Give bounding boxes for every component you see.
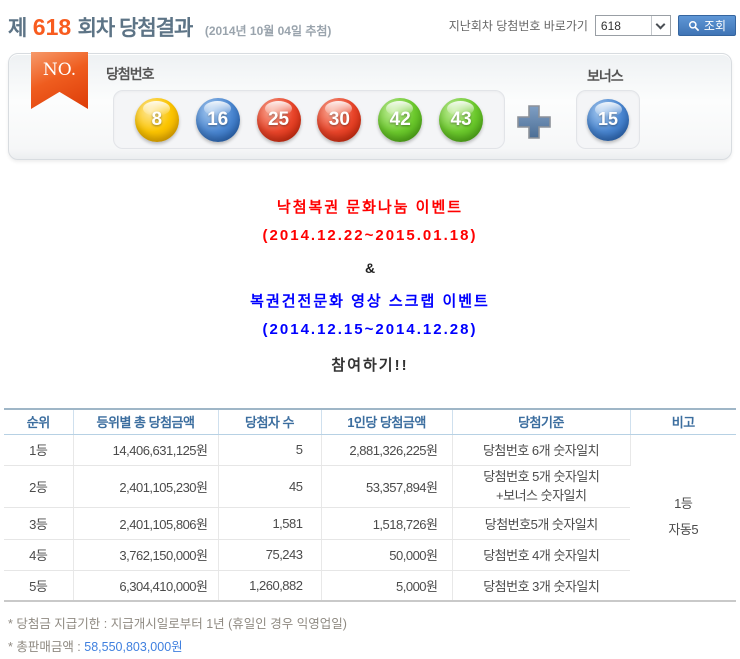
- table-row: 3등 2,401,105,806원 1,581 1,518,726원 당첨번호5…: [4, 507, 736, 540]
- winners-cell: 1,260,882: [218, 570, 322, 602]
- total-prize-cell: 2,401,105,230원: [73, 465, 219, 508]
- event2-period: (2014.12.15~2014.12.28): [262, 321, 478, 338]
- table-row: 5등 6,304,410,000원 1,260,882 5,000원 당첨번호 …: [4, 570, 736, 602]
- no-ribbon-icon: NO.: [31, 52, 88, 109]
- rank-cell: 5등: [4, 570, 74, 602]
- draw-date: (2014년 10월 04일 추첨): [204, 24, 332, 38]
- rank-cell: 3등: [4, 507, 74, 540]
- winners-cell: 45: [218, 465, 322, 508]
- plus-icon: [515, 103, 553, 141]
- round-number: 618: [32, 14, 72, 40]
- page-title: 제 618 회차 당첨결과 (2014년 10월 04일 추첨): [8, 12, 331, 42]
- round-select[interactable]: 618: [594, 15, 671, 36]
- per-winner-cell: 5,000원: [321, 570, 453, 602]
- rank-cell: 4등: [4, 539, 74, 571]
- quick-go-label: 지난회차 당첨번호 바로가기: [448, 19, 588, 33]
- round-prefix: 제: [8, 17, 27, 40]
- col-header-total: 등위별 총 당첨금액: [73, 408, 219, 435]
- total-prize-cell: 2,401,105,806원: [73, 507, 219, 540]
- round-suffix: 회차 당첨결과: [77, 17, 194, 40]
- top-bar: 제 618 회차 당첨결과 (2014년 10월 04일 추첨) 지난회차 당첨…: [8, 12, 736, 42]
- criteria-cell: 당첨번호 6개 숫자일치: [452, 434, 631, 466]
- criteria-cell: 당첨번호 5개 숫자일치 +보너스 숫자일치: [452, 465, 630, 508]
- event1-title: 낙첨복권 문화나눔 이벤트: [276, 199, 464, 216]
- winning-balls-box: 8 16 25 30 42 43: [113, 90, 505, 149]
- payment-deadline-note: * 당첨금 지급기한 : 지급개시일로부터 1년 (휴일인 경우 익영업일): [8, 617, 347, 631]
- ampersand: &: [364, 260, 376, 276]
- col-header-winners: 당첨자 수: [218, 408, 322, 435]
- lotto-ball: 8: [134, 97, 179, 142]
- table-header-row: 순위 등위별 총 당첨금액 당첨자 수 1인당 당첨금액 당첨기준 비고: [4, 408, 736, 435]
- chevron-down-icon: [655, 19, 666, 29]
- per-winner-cell: 53,357,894원: [321, 465, 453, 508]
- quick-go-group: 지난회차 당첨번호 바로가기 618 조회: [449, 15, 736, 36]
- criteria-cell: 당첨번호 4개 숫자일치: [452, 539, 630, 571]
- total-sales-value: 58,550,803,000원: [84, 640, 183, 654]
- total-sales-label: * 총판매금액 :: [8, 640, 85, 654]
- event1-period: (2014.12.22~2015.01.18): [262, 227, 478, 244]
- search-icon: [688, 20, 700, 31]
- note-line: 1등: [674, 496, 693, 512]
- bonus-lotto-ball: 15: [587, 98, 629, 141]
- lotto-ball: 16: [195, 97, 240, 142]
- col-header-rank: 순위: [4, 408, 74, 435]
- rank-cell: 2등: [4, 465, 74, 508]
- winning-numbers-label: 당첨번호: [106, 66, 155, 82]
- note-cell: 1등 자동5: [630, 434, 736, 602]
- per-winner-cell: 50,000원: [321, 539, 453, 571]
- total-prize-cell: 14,406,631,125원: [73, 434, 219, 466]
- lotto-ball: 43: [439, 97, 484, 142]
- rank-cell: 1등: [4, 434, 74, 466]
- table-row: 2등 2,401,105,230원 45 53,357,894원 당첨번호 5개…: [4, 465, 736, 508]
- winners-cell: 1,581: [218, 507, 322, 540]
- lotto-ball: 30: [317, 97, 362, 142]
- criteria-cell: 당첨번호 3개 숫자일치: [452, 570, 630, 602]
- winning-numbers-panel: NO. 당첨번호 8 16 25 30 42 43 보너스 15: [8, 52, 732, 160]
- criteria-cell: 당첨번호5개 숫자일치: [452, 507, 630, 540]
- bonus-label: 보너스: [587, 68, 624, 84]
- total-prize-cell: 6,304,410,000원: [73, 570, 219, 602]
- col-header-criteria: 당첨기준: [452, 408, 631, 435]
- round-select-value: 618: [600, 18, 621, 33]
- result-table: 순위 등위별 총 당첨금액 당첨자 수 1인당 당첨금액 당첨기준 비고 1등 …: [4, 408, 736, 602]
- event-join-label: 참여하기!!: [331, 357, 409, 374]
- footnotes: * 당첨금 지급기한 : 지급개시일로부터 1년 (휴일인 경우 익영업일) *…: [8, 613, 347, 659]
- per-winner-cell: 2,881,326,225원: [321, 434, 453, 466]
- lotto-ball: 25: [256, 97, 301, 142]
- winners-cell: 75,243: [218, 539, 322, 571]
- criteria-line: 당첨번호 5개 숫자일치: [483, 469, 600, 484]
- criteria-line: +보너스 숫자일치: [496, 488, 587, 503]
- winners-cell: 5: [218, 434, 322, 466]
- note-line: 자동5: [668, 522, 699, 538]
- search-button-label: 조회: [703, 19, 726, 33]
- search-button[interactable]: 조회: [677, 15, 736, 36]
- per-winner-cell: 1,518,726원: [321, 507, 453, 540]
- col-header-per-winner: 1인당 당첨금액: [321, 408, 453, 435]
- table-row: 4등 3,762,150,000원 75,243 50,000원 당첨번호 4개…: [4, 539, 736, 571]
- select-dropdown-button[interactable]: [650, 16, 670, 35]
- col-header-note: 비고: [630, 408, 736, 435]
- total-prize-cell: 3,762,150,000원: [73, 539, 219, 571]
- table-row: 1등 14,406,631,125원 5 2,881,326,225원 당첨번호…: [4, 434, 736, 602]
- lotto-ball: 42: [378, 97, 423, 142]
- event2-title: 복권건전문화 영상 스크랩 이벤트: [250, 293, 490, 310]
- bonus-ball-box: 15: [576, 90, 640, 149]
